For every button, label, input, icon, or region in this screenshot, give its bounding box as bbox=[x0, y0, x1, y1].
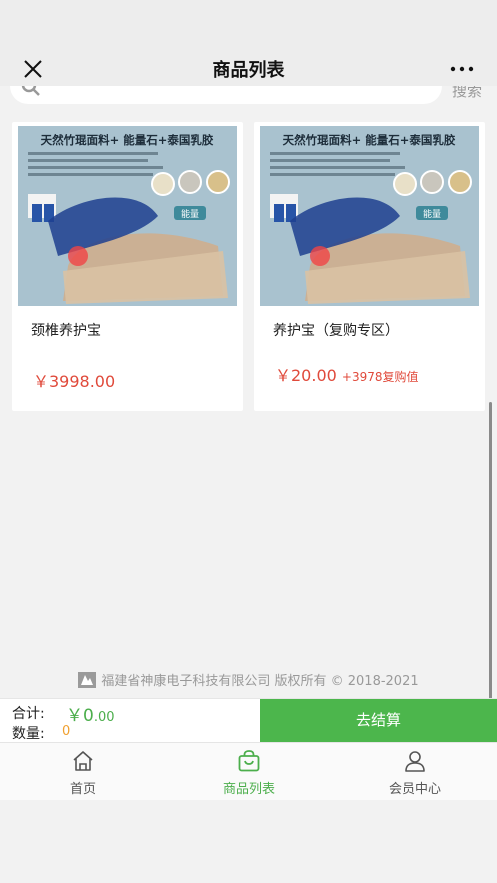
product-image: 天然竹琨面料+ 能量石+泰国乳胶 能量 bbox=[18, 126, 237, 306]
quantity-label: 数量: bbox=[12, 726, 45, 742]
product-price: ￥3998.00 bbox=[33, 368, 115, 392]
product-image-badge: 能量 bbox=[181, 208, 199, 220]
quantity-value: 0 bbox=[62, 724, 71, 739]
more-icon[interactable] bbox=[449, 60, 475, 78]
total-decimal: .00 bbox=[93, 710, 115, 725]
product-card[interactable]: 天然竹琨面料+ 能量石+泰国乳胶 能量 颈椎养护宝 ￥3998.00 bbox=[12, 122, 243, 411]
checkout-button[interactable]: 去结算 bbox=[260, 699, 497, 742]
total-integer: 0 bbox=[83, 706, 94, 726]
home-icon bbox=[73, 751, 93, 771]
total-label: 合计: bbox=[12, 706, 45, 722]
tab-home[interactable]: 首页 bbox=[0, 743, 166, 801]
copyright: 福建省神康电子科技有限公司 版权所有 © 2018-2021 bbox=[0, 670, 497, 689]
user-icon bbox=[405, 751, 425, 772]
company-logo-icon bbox=[78, 672, 97, 688]
product-image-headline: 天然竹琨面料+ 能量石+泰国乳胶 bbox=[41, 133, 214, 147]
shopping-bag-icon bbox=[238, 750, 260, 772]
total-value: ￥0.00 bbox=[66, 701, 115, 726]
product-repurchase-value: +3978复购值 bbox=[341, 370, 419, 384]
page-title: 商品列表 bbox=[212, 60, 285, 81]
product-price: ￥20.00 +3978复购值 bbox=[275, 368, 425, 385]
tab-product-list[interactable]: 商品列表 bbox=[166, 743, 332, 801]
product-image-badge: 能量 bbox=[423, 208, 441, 220]
cart-summary-bar: 合计: ￥0.00 数量: 0 去结算 bbox=[0, 698, 497, 742]
product-name: 养护宝（复购专区） bbox=[273, 323, 399, 339]
tab-product-list-label: 商品列表 bbox=[222, 782, 275, 797]
product-price-value: ￥20.00 bbox=[275, 366, 337, 385]
tab-member-center[interactable]: 会员中心 bbox=[332, 743, 497, 801]
product-price-value: ￥3998.00 bbox=[33, 372, 116, 391]
total-currency: ￥ bbox=[66, 706, 83, 726]
tab-member-center-label: 会员中心 bbox=[388, 782, 441, 797]
product-name: 颈椎养护宝 bbox=[31, 323, 101, 339]
product-image-headline: 天然竹琨面料+ 能量石+泰国乳胶 bbox=[283, 133, 456, 147]
copyright-text: 福建省神康电子科技有限公司 版权所有 © 2018-2021 bbox=[101, 674, 419, 689]
tab-home-label: 首页 bbox=[69, 782, 96, 797]
tab-bar: 首页 商品列表 会员中心 bbox=[0, 742, 497, 800]
product-image: 天然竹琨面料+ 能量石+泰国乳胶 能量 bbox=[260, 126, 479, 306]
product-card[interactable]: 天然竹琨面料+ 能量石+泰国乳胶 能量 养护宝（复购专区） ￥20.00 +39… bbox=[254, 122, 485, 411]
